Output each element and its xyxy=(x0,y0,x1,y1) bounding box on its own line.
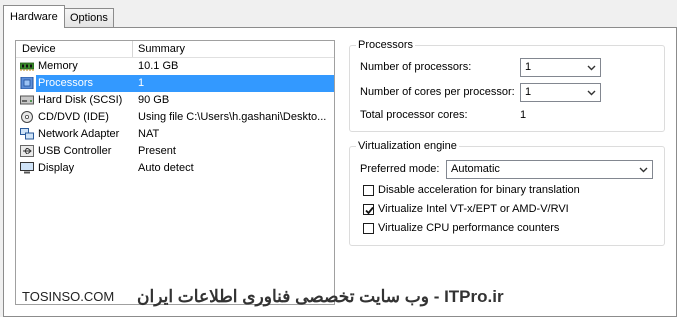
cores-per-processor-label: Number of cores per processor: xyxy=(360,86,515,98)
network-adapter-icon xyxy=(20,128,34,140)
chevron-down-icon xyxy=(639,167,648,173)
tab-hardware-label: Hardware xyxy=(10,11,58,23)
virtualize-vtx-checkbox[interactable] xyxy=(363,204,374,215)
device-summary: 1 xyxy=(138,77,145,89)
device-summary: Present xyxy=(138,145,176,157)
tab-hardware[interactable]: Hardware xyxy=(3,5,65,28)
device-list[interactable]: Device Summary Memory 10.1 GB Processors… xyxy=(15,40,335,305)
column-divider[interactable] xyxy=(132,41,133,57)
total-cores-value: 1 xyxy=(520,109,527,121)
processor-icon xyxy=(20,77,34,89)
usb-icon xyxy=(20,145,34,157)
virtualize-cpu-counters-checkbox[interactable] xyxy=(363,223,374,234)
total-cores-label: Total processor cores: xyxy=(360,109,468,121)
tab-options[interactable]: Options xyxy=(64,8,114,27)
memory-icon xyxy=(20,62,34,71)
cores-per-processor-value: 1 xyxy=(525,86,532,98)
device-summary: Using file C:\Users\h.gashani\Deskto... xyxy=(138,111,327,123)
device-name: USB Controller xyxy=(38,145,112,157)
chevron-down-icon xyxy=(587,65,596,71)
preferred-mode-label: Preferred mode: xyxy=(360,163,440,175)
device-summary: 90 GB xyxy=(138,94,170,106)
device-name: Network Adapter xyxy=(38,128,120,140)
device-row-cd-dvd[interactable]: CD/DVD (IDE) Using file C:\Users\h.gasha… xyxy=(16,109,334,126)
chevron-down-icon xyxy=(587,90,596,96)
disable-acceleration-label[interactable]: Disable acceleration for binary translat… xyxy=(378,184,580,196)
checkmark-icon xyxy=(365,206,374,215)
device-row-usb-controller[interactable]: USB Controller Present xyxy=(16,143,334,160)
disable-acceleration-checkbox[interactable] xyxy=(363,185,374,196)
cd-dvd-icon xyxy=(21,111,33,123)
device-summary: 10.1 GB xyxy=(138,60,179,72)
cores-per-processor-select[interactable]: 1 xyxy=(520,83,601,102)
column-header-summary[interactable]: Summary xyxy=(138,43,185,55)
device-name: Processors xyxy=(38,77,94,89)
virtualize-vtx-label[interactable]: Virtualize Intel VT-x/EPT or AMD-V/RVI xyxy=(378,203,569,215)
device-row-memory[interactable]: Memory 10.1 GB xyxy=(16,58,334,75)
virtualize-cpu-counters-label[interactable]: Virtualize CPU performance counters xyxy=(378,222,559,234)
virtualization-engine-title: Virtualization engine xyxy=(356,140,459,153)
display-icon xyxy=(20,162,34,174)
hard-disk-icon xyxy=(20,95,34,105)
watermark-tosinso: TOSINSO.COM xyxy=(22,289,115,304)
device-summary: Auto detect xyxy=(138,162,194,174)
column-header-device[interactable]: Device xyxy=(22,43,56,55)
device-name: Display xyxy=(38,162,75,174)
device-list-header: Device Summary xyxy=(16,41,334,58)
device-name: Hard Disk (SCSI) xyxy=(38,94,123,106)
num-processors-value: 1 xyxy=(525,61,532,73)
device-name: CD/DVD (IDE) xyxy=(38,111,109,123)
device-name: Memory xyxy=(38,60,78,72)
processors-group: Processors Number of processors: 1 Numbe… xyxy=(349,39,665,132)
tab-strip: Hardware Options xyxy=(0,0,677,30)
device-row-display[interactable]: Display Auto detect xyxy=(16,160,334,177)
device-row-network-adapter[interactable]: Network Adapter NAT xyxy=(16,126,334,143)
watermark-itpro: وب سایت تخصصی فناوری اطلاعات ایران - ITP… xyxy=(137,287,504,306)
preferred-mode-value: Automatic xyxy=(451,163,500,175)
virtualization-engine-group: Virtualization engine Preferred mode: Au… xyxy=(349,140,665,246)
device-row-processors[interactable]: Processors 1 xyxy=(16,75,334,92)
device-row-hard-disk[interactable]: Hard Disk (SCSI) 90 GB xyxy=(16,92,334,109)
device-summary: NAT xyxy=(138,128,160,140)
processors-group-title: Processors xyxy=(356,39,416,52)
num-processors-label: Number of processors: xyxy=(360,61,472,73)
preferred-mode-select[interactable]: Automatic xyxy=(446,160,653,179)
tab-options-label: Options xyxy=(70,12,108,24)
num-processors-select[interactable]: 1 xyxy=(520,58,601,77)
